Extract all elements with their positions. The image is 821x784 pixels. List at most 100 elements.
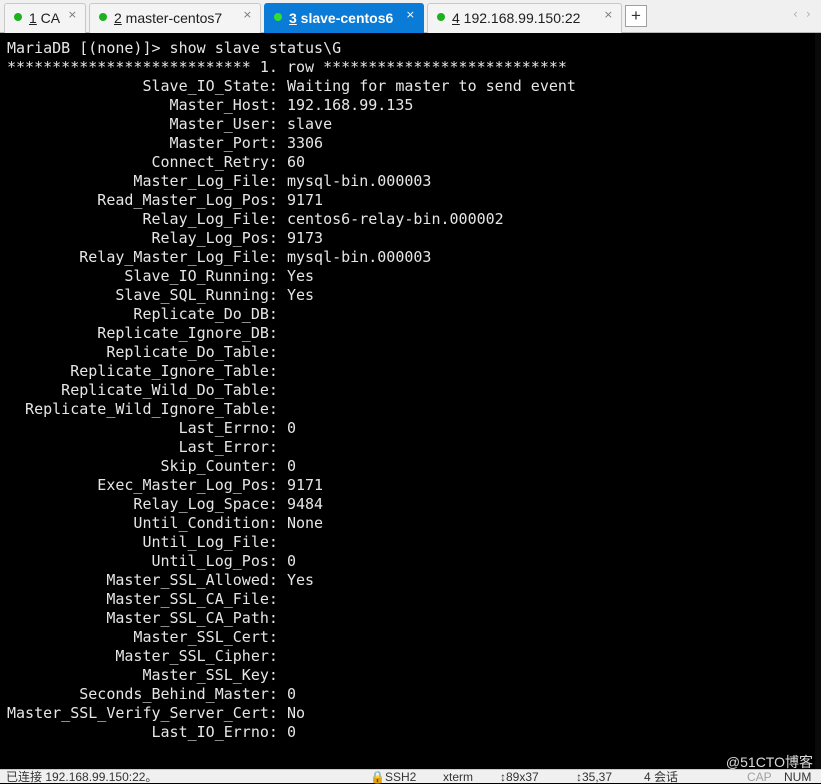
status-field-line: Until_Log_Pos: 0 [7,552,296,570]
status-field-line: Replicate_Do_Table: [7,343,287,361]
connected-status-icon [274,13,282,21]
status-field-line: Replicate_Wild_Ignore_Table: [7,400,287,418]
status-field-value: 3306 [286,134,324,152]
new-tab-button[interactable]: + [625,5,647,27]
status-field-value: 9173 [286,229,324,247]
status-field-key: Replicate_Ignore_DB [7,324,269,342]
status-field-key: Exec_Master_Log_Pos [7,476,269,494]
num-lock-indicator: NUM [784,770,812,784]
tab-1-ca[interactable]: 1 CA × [4,3,86,33]
status-field-line: Skip_Counter: 0 [7,457,296,475]
status-field-value: 192.168.99.135 [286,96,414,114]
tab-label: 3 slave-centos6 [289,10,394,26]
tab-3-slave-centos6[interactable]: 3 slave-centos6 × [264,3,424,33]
terminal-output: MariaDB [(none)]> show slave status\G **… [7,39,576,742]
status-field-key: Replicate_Ignore_Table [7,362,269,380]
status-field-line: Replicate_Do_DB: [7,305,287,323]
status-field-line: Master_Log_File: mysql-bin.000003 [7,172,432,190]
status-field-key: Slave_IO_State [7,77,269,95]
status-field-key: Until_Condition [7,514,269,532]
status-field-key: Last_Errno [7,419,269,437]
status-field-key: Master_SSL_Key [7,666,269,684]
status-bar: 已连接 192.168.99.150:22。 🔒 SSH2 xterm ↕ 89… [0,769,821,784]
status-field-line: Master_SSL_Verify_Server_Cert: No [7,704,306,722]
status-field-key: Relay_Log_File [7,210,269,228]
status-field-value: Yes [286,571,315,589]
connected-status-icon [99,13,107,21]
status-field-key: Skip_Counter [7,457,269,475]
tab-4-192-168-99-150[interactable]: 4 192.168.99.150:22 × [427,3,622,33]
prompt-line: MariaDB [(none)]> show slave status\G [7,39,342,57]
tab-close-icon[interactable]: × [243,8,252,21]
status-field-value: Yes [286,267,315,285]
status-field-value: 60 [286,153,306,171]
status-field-value: 9171 [286,191,324,209]
sessions-count-label: 4 会话 [644,770,679,784]
status-field-value: 0 [286,723,296,741]
status-field-key: Relay_Master_Log_File [7,248,269,266]
status-field-key: Connect_Retry [7,153,269,171]
status-field-line: Slave_IO_Running: Yes [7,267,315,285]
status-field-line: Master_SSL_CA_Path: [7,609,287,627]
status-field-value: mysql-bin.000003 [286,172,432,190]
status-field-line: Master_SSL_Allowed: Yes [7,571,315,589]
status-field-line: Master_Host: 192.168.99.135 [7,96,414,114]
status-field-line: Slave_IO_State: Waiting for master to se… [7,77,576,95]
status-field-line: Last_Errno: 0 [7,419,296,437]
tab-close-icon[interactable]: × [406,8,415,21]
status-field-key: Replicate_Do_Table [7,343,269,361]
status-field-line: Seconds_Behind_Master: 0 [7,685,296,703]
status-field-key: Last_IO_Errno [7,723,269,741]
tab-2-master-centos7[interactable]: 2 master-centos7 × [89,3,261,33]
status-field-value: No [286,704,306,722]
status-field-key: Master_SSL_Cipher [7,647,269,665]
status-field-line: Master_SSL_Cipher: [7,647,287,665]
status-field-line: Exec_Master_Log_Pos: 9171 [7,476,324,494]
status-field-line: Connect_Retry: 60 [7,153,306,171]
status-field-line: Relay_Log_File: centos6-relay-bin.000002 [7,210,504,228]
status-field-key: Slave_SQL_Running [7,286,269,304]
connected-status-icon [14,13,22,21]
status-field-key: Read_Master_Log_Pos [7,191,269,209]
status-field-key: Seconds_Behind_Master [7,685,269,703]
status-field-value: 9484 [286,495,324,513]
tab-label: 1 CA [29,10,61,26]
status-field-key: Master_SSL_CA_File [7,590,269,608]
status-field-value: Waiting for master to send event [286,77,576,95]
terminal-type-label: xterm [443,770,473,784]
status-field-line: Master_SSL_CA_File: [7,590,287,608]
slave-status-fields: Slave_IO_State: Waiting for master to se… [7,77,576,741]
status-field-line: Until_Condition: None [7,514,324,532]
terminal-scrollbar[interactable] [815,33,821,769]
status-field-value: 0 [286,685,296,703]
status-field-key: Replicate_Wild_Do_Table [7,381,269,399]
status-field-key: Master_SSL_CA_Path [7,609,269,627]
status-field-key: Master_Host [7,96,269,114]
tab-close-icon[interactable]: × [604,8,613,21]
status-field-line: Master_User: slave [7,115,333,133]
status-field-value: Yes [286,286,315,304]
status-field-line: Master_Port: 3306 [7,134,324,152]
tab-close-icon[interactable]: × [68,8,77,21]
tab-bar: 1 CA × 2 master-centos7 × 3 slave-centos… [0,0,821,33]
tab-scroll-left-icon[interactable]: ‹ [793,7,798,21]
status-field-value: centos6-relay-bin.000002 [286,210,504,228]
tab-scroll-right-icon[interactable]: › [806,7,811,21]
status-field-line: Last_IO_Errno: 0 [7,723,296,741]
status-field-value: 0 [286,419,296,437]
terminal-area[interactable]: MariaDB [(none)]> show slave status\G **… [0,33,821,769]
status-field-key: Until_Log_File [7,533,269,551]
status-field-line: Master_SSL_Cert: [7,628,287,646]
tab-label: 2 master-centos7 [114,10,223,26]
status-field-line: Slave_SQL_Running: Yes [7,286,315,304]
status-field-value: None [286,514,324,532]
row-header: *************************** 1. row *****… [7,58,567,76]
status-field-key: Replicate_Do_DB [7,305,269,323]
status-field-key: Slave_IO_Running [7,267,269,285]
terminal-size-label: ↕ 89x37 [500,770,539,784]
status-field-value: slave [286,115,333,133]
status-field-key: Master_User [7,115,269,133]
status-field-line: Last_Error: [7,438,287,456]
status-field-line: Master_SSL_Key: [7,666,287,684]
status-field-key: Master_SSL_Verify_Server_Cert [7,704,269,722]
